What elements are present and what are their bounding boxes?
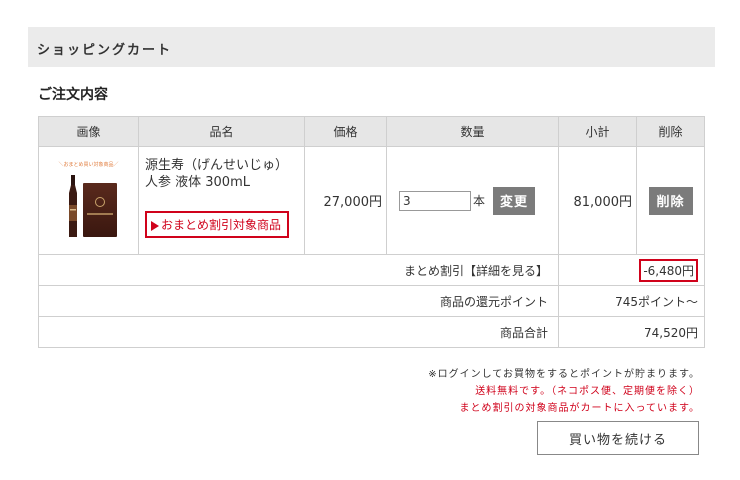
discount-value-cell: -6,480円 bbox=[558, 254, 705, 286]
product-box-stripe bbox=[86, 212, 113, 215]
product-price: 27,000円 bbox=[304, 146, 387, 255]
column-header-subtotal: 小計 bbox=[558, 116, 637, 147]
item-subtotal: 81,000円 bbox=[558, 146, 637, 255]
bundle-discount-badge-label: おまとめ割引対象商品 bbox=[161, 218, 282, 232]
points-row: 商品の還元ポイント 745ポイント～ bbox=[38, 285, 705, 317]
product-name-line1[interactable]: 源生寿（げんせいじゅ） bbox=[145, 157, 296, 174]
cart-notices: ※ログインしてお買物をするとポイントが貯まります。 送料無料です。（ネコポス便、… bbox=[428, 366, 700, 417]
login-points-notice: ※ログインしてお買物をするとポイントが貯まります。 bbox=[428, 369, 700, 380]
cart-table: 画像 品名 価格 数量 小計 削除 ＼おまとめ買い対象商品／ 源生寿（げんせいじ… bbox=[38, 116, 705, 348]
product-logo-icon bbox=[94, 196, 105, 207]
column-header-image: 画像 bbox=[38, 116, 139, 147]
discount-label[interactable]: まとめ割引【詳細を見る】 bbox=[38, 254, 559, 286]
column-header-quantity: 数量 bbox=[386, 116, 559, 147]
column-header-name: 品名 bbox=[138, 116, 305, 147]
column-header-price: 価格 bbox=[304, 116, 387, 147]
change-quantity-button[interactable]: 変更 bbox=[493, 186, 536, 215]
cart-table-header-row: 画像 品名 価格 数量 小計 削除 bbox=[38, 116, 705, 147]
order-contents-title: ご注文内容 bbox=[38, 87, 108, 103]
discount-value: -6,480円 bbox=[639, 258, 698, 282]
continue-shopping-button[interactable]: 買い物を続ける bbox=[537, 421, 699, 455]
column-header-delete: 削除 bbox=[636, 116, 705, 147]
delete-item-button[interactable]: 削除 bbox=[648, 186, 693, 215]
free-shipping-notice: 送料無料です。（ネコポス便、定期便を除く） bbox=[475, 386, 700, 397]
cart-section-header: ショッピングカート bbox=[28, 27, 715, 67]
discount-row: まとめ割引【詳細を見る】 -6,480円 bbox=[38, 254, 705, 286]
bundle-discount-notice: まとめ割引の対象商品がカートに入っています。 bbox=[459, 403, 700, 414]
cart-title: ショッピングカート bbox=[37, 43, 173, 58]
product-name-line2[interactable]: 人参 液体 300mL bbox=[145, 174, 296, 191]
quantity-input[interactable] bbox=[399, 190, 471, 211]
points-label: 商品の還元ポイント bbox=[38, 285, 559, 317]
bottle-graphic bbox=[68, 174, 77, 237]
product-box-graphic bbox=[82, 182, 117, 237]
total-label: 商品合計 bbox=[38, 316, 559, 348]
product-image-cell: ＼おまとめ買い対象商品／ bbox=[38, 146, 139, 255]
product-image[interactable]: ＼おまとめ買い対象商品／ bbox=[45, 161, 133, 241]
quantity-unit: 本 bbox=[473, 194, 486, 208]
delete-cell: 削除 bbox=[636, 146, 705, 255]
total-value: 74,520円 bbox=[558, 316, 705, 348]
points-value: 745ポイント～ bbox=[558, 285, 705, 317]
total-row: 商品合計 74,520円 bbox=[38, 316, 705, 348]
product-image-tag: ＼おまとめ買い対象商品／ bbox=[58, 161, 119, 168]
cart-item-row: ＼おまとめ買い対象商品／ 源生寿（げんせいじゅ） 人参 液体 300mL おまと… bbox=[38, 146, 705, 255]
triangle-right-icon bbox=[151, 220, 159, 231]
quantity-cell: 本 変更 bbox=[386, 146, 559, 255]
product-name-cell: 源生寿（げんせいじゅ） 人参 液体 300mL おまとめ割引対象商品 bbox=[138, 146, 305, 255]
bundle-discount-badge[interactable]: おまとめ割引対象商品 bbox=[145, 211, 290, 238]
